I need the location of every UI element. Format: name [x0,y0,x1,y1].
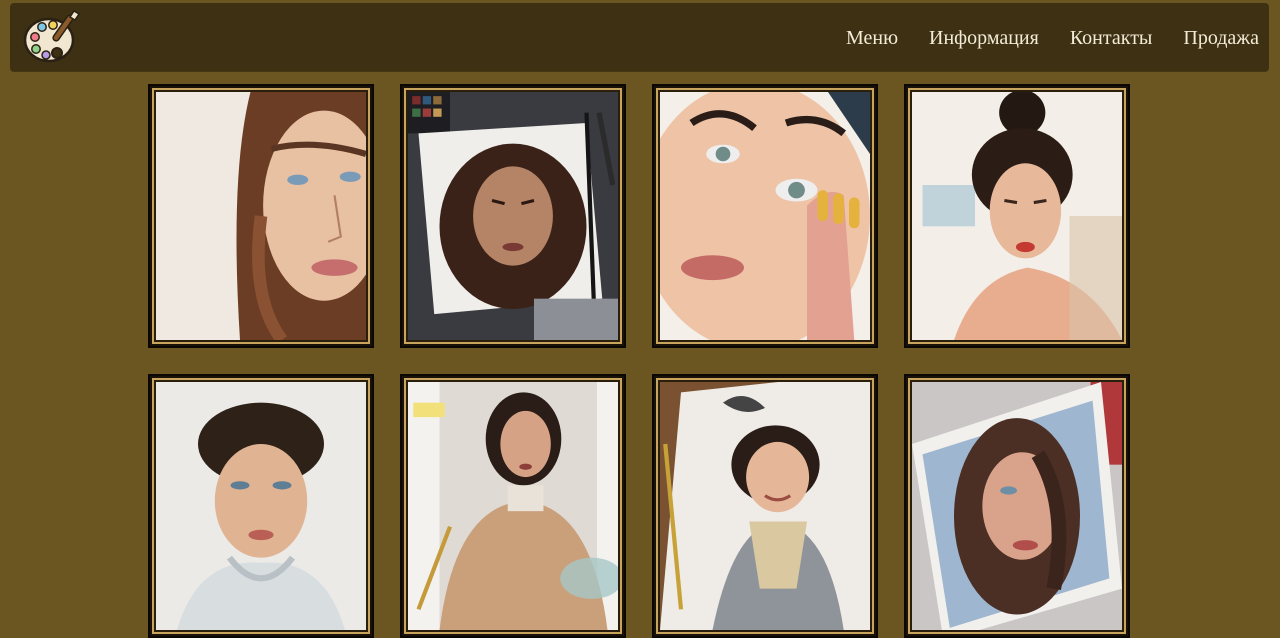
portrait-image [912,92,1122,340]
menu-item-contacts[interactable]: Контакты [1070,27,1153,49]
portrait-image [408,382,618,630]
gallery-item[interactable] [904,84,1130,348]
portrait-image [156,382,366,630]
gallery-item[interactable] [652,374,878,638]
gallery-item[interactable] [904,374,1130,638]
main-menu: Меню Информация Контакты Продажа [846,27,1259,49]
portrait-image [912,382,1122,630]
portrait-image [660,92,870,340]
portrait-image [156,92,366,340]
menu-item-sale[interactable]: Продажа [1183,27,1259,49]
gallery-item[interactable] [400,84,626,348]
menu-item-menu[interactable]: Меню [846,27,898,49]
paint-palette-icon[interactable] [22,7,82,67]
gallery-item[interactable] [400,374,626,638]
gallery-item[interactable] [148,84,374,348]
portrait-image [660,382,870,630]
menu-item-info[interactable]: Информация [929,27,1039,49]
gallery-item[interactable] [652,84,878,348]
portrait-image [408,92,618,340]
navbar: Меню Информация Контакты Продажа [10,3,1269,71]
gallery-item[interactable] [148,374,374,638]
